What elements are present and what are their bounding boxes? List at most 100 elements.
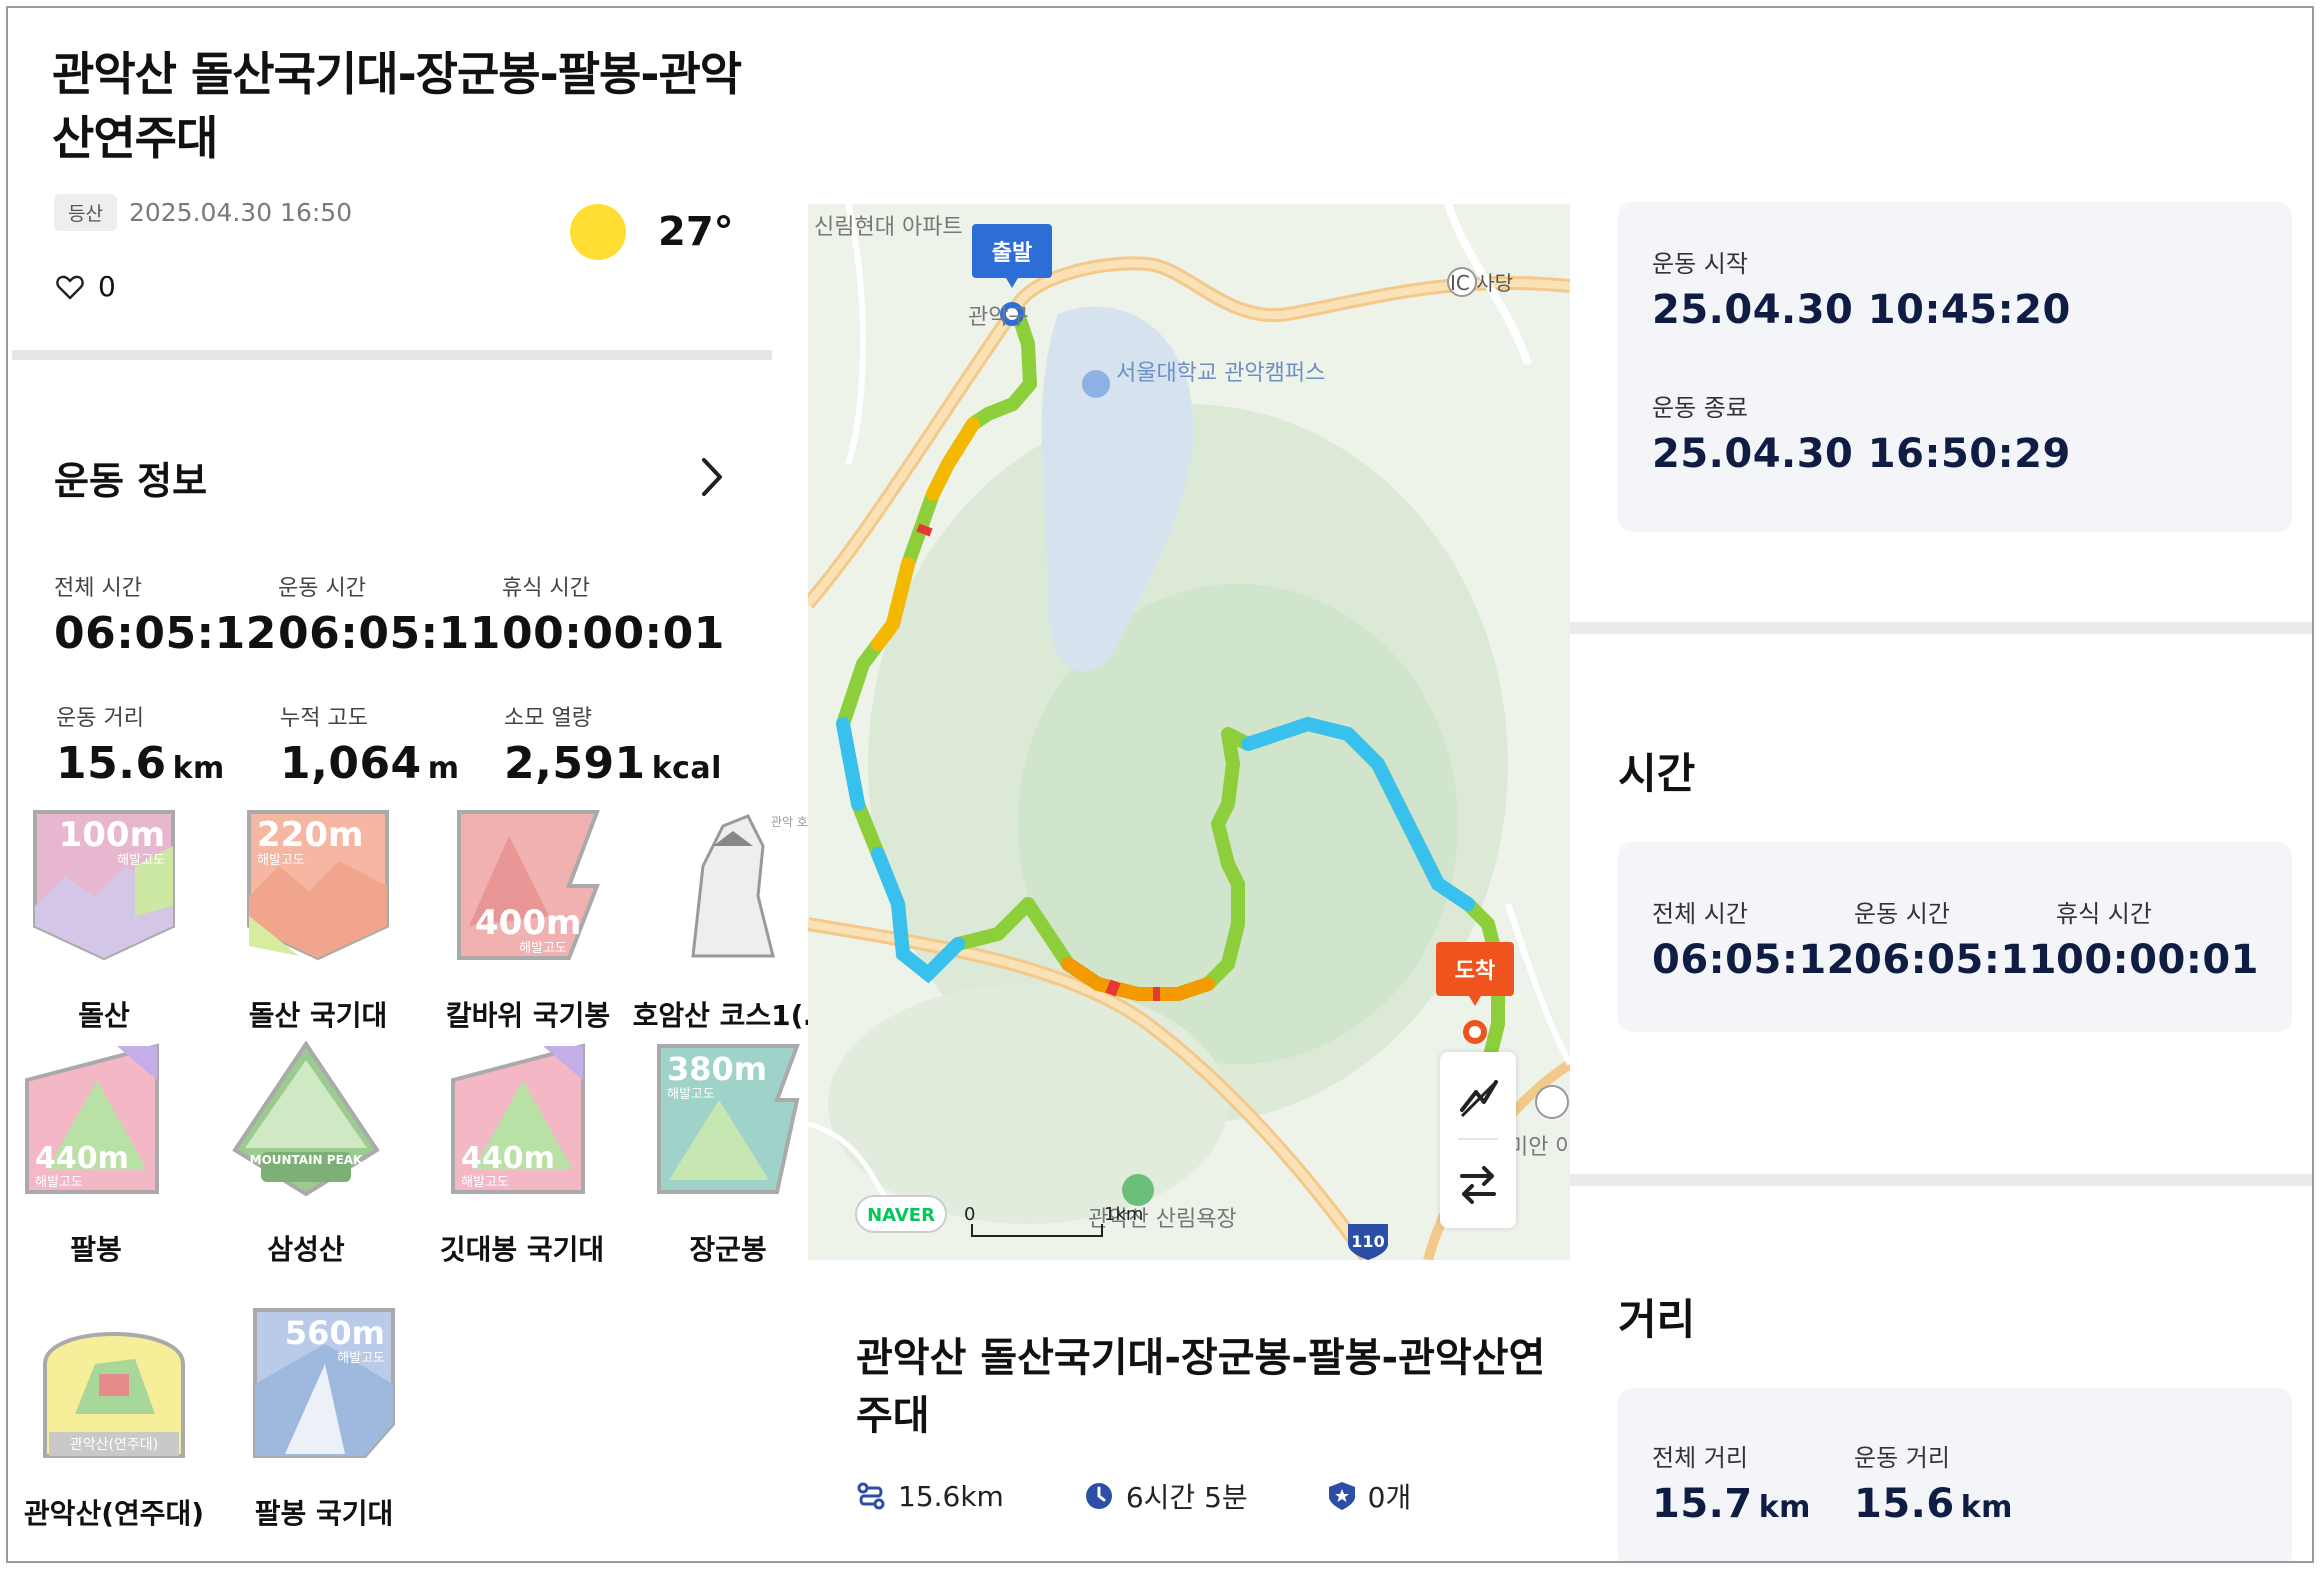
badge-palbong[interactable]: 440m 해발고도 팔봉 [8,1040,196,1268]
stat-elevation: 누적 고도 1,064 m [280,700,500,789]
svg-text:관악구: 관악구 [968,305,1029,330]
badge-name: 관악산(연주대) [23,1497,205,1530]
record-datetime: 2025.04.30 16:50 [128,198,353,227]
stat-label: 전체 거리 [1652,1444,1748,1472]
badge-icon: 400m 해발고도 [457,810,600,960]
badge-shield-icon [1328,1482,1355,1510]
stat-rest-time: 휴식 시간 00:00:01 [502,570,724,659]
badge-icon: 440m 해발고도 [25,1043,159,1194]
svg-text:해발고도: 해발고도 [519,941,567,956]
weather: 27° [570,204,734,260]
svg-text:서울대학교 관악캠퍼스: 서울대학교 관악캠퍼스 [1116,361,1325,386]
stat-value: 06:05:11 [278,608,501,659]
like-button[interactable]: 0 [56,270,116,303]
svg-text:NAVER: NAVER [867,1205,935,1226]
badge-palbong-gukgidae[interactable]: 560m 해발고도 팔봉 국기대 [224,1304,424,1532]
route-map-section: 출발 도착 신림현대 아파트 관악구 서울대학교 관악캠퍼스 IC 사당 관악산… [808,204,1570,1439]
badge-name: 깃대봉 국기대 [439,1233,605,1266]
svg-text:도착: 도착 [1455,959,1495,984]
badge-name: 돌산 [78,999,130,1032]
distance-section-title: 거리 [1618,1295,1696,1344]
stat-label: 소모 열량 [504,706,592,731]
temperature: 27° [658,209,734,255]
stat-label: 누적 고도 [280,706,368,731]
svg-text:해발고도: 해발고도 [337,1351,385,1366]
chevron-right-icon[interactable] [694,454,730,500]
route-duration-value: 6시간 5분 [1125,1481,1248,1514]
svg-text:220m: 220m [257,815,363,855]
badge-name: 삼성산 [267,1233,345,1266]
activity-type-tag: 등산 [54,194,117,231]
svg-text:MOUNTAIN PEAK: MOUNTAIN PEAK [250,1153,363,1167]
badge-icon: 220m 해발고도 [247,810,389,961]
stat-distance: 운동 거리 15.6 km [56,700,276,789]
route-icon [857,1482,885,1510]
badge-dolsan[interactable]: 100m 해발고도 돌산 [8,806,204,1034]
swap-icon[interactable] [1440,1140,1516,1226]
stat-value: 15.6 km [56,738,225,789]
badge-icon: 560m 해발고도 [253,1308,395,1458]
section-divider [1570,622,2312,634]
svg-text:출발: 출발 [992,241,1032,266]
end-value: 25.04.30 16:50:29 [1652,431,2071,477]
badge-samseongsan[interactable]: MOUNTAIN PEAK 삼성산 [206,1040,406,1268]
stat-label: 운동 시간 [278,576,366,601]
record-meta: 등산 2025.04.30 16:50 [54,194,352,231]
badge-icon: 관악 호암산 코스 [691,814,856,958]
exercise-end: 운동 종료 25.04.30 16:50:29 [1652,388,2071,477]
badge-gitdaebong-gukgidae[interactable]: 440m 해발고도 깃대봉 국기대 [422,1040,622,1268]
svg-text:440m: 440m [461,1141,555,1176]
stat-value: 15.7 km [1652,1481,1811,1527]
distance-exercise: 운동 거리 15.6 km [1854,1438,2013,1527]
svg-text:미안 아파트: 미안 아파트 [1508,1135,1570,1160]
right-panel: 운동 시작 25.04.30 10:45:20 운동 종료 25.04.30 1… [1570,8,2312,1561]
svg-text:신림현대 아파트: 신림현대 아파트 [814,215,963,240]
stat-label: 운동 시간 [1854,900,1950,928]
badge-janggunbong[interactable]: 380m 해발고도 장군봉 [628,1040,828,1268]
svg-text:0: 0 [964,1204,975,1225]
badge-icon: 관악산(연주대) [43,1332,185,1458]
stat-label: 휴식 시간 [2056,900,2152,928]
badge-icon: 380m 해발고도 [657,1044,800,1194]
clock-icon [1085,1483,1112,1509]
badge-gwanaksan-yeonjudae[interactable]: 관악산(연주대) 관악산(연주대) [14,1304,214,1532]
svg-text:관악산(연주대): 관악산(연주대) [70,1437,158,1453]
badge-name: 장군봉 [689,1233,767,1266]
like-count: 0 [98,270,116,303]
stat-label: 전체 시간 [1652,900,1748,928]
stat-value: 1,064 m [280,738,460,789]
stat-exercise-time: 운동 시간 06:05:11 [278,570,501,659]
stat-calories: 소모 열량 2,591 kcal [504,700,784,789]
stat-label: 운동 거리 [56,706,144,731]
svg-text:관악 호암산 코스: 관악 호암산 코스 [771,815,811,829]
badge-name: 호암산 코스1(… [632,999,832,1032]
badge-name: 칼바위 국기봉 [445,999,611,1032]
svg-text:1km: 1km [1104,1204,1143,1225]
map-controls [1440,1052,1516,1228]
route-map[interactable]: 출발 도착 신림현대 아파트 관악구 서울대학교 관악캠퍼스 IC 사당 관악산… [808,204,1570,1260]
elevation-toggle-icon[interactable] [1440,1052,1516,1138]
stat-value: 06:05:12 [54,608,277,659]
badge-dolsan-gukgidae[interactable]: 220m 해발고도 돌산 국기대 [218,806,418,1034]
stat-label: 운동 거리 [1854,1444,1950,1472]
stat-label: 휴식 시간 [502,576,590,601]
time-exercise: 운동 시간 06:05:11 [1854,894,2057,983]
time-total: 전체 시간 06:05:12 [1652,894,1855,983]
badge-hoamsan-course1[interactable]: 관악 호암산 코스 호암산 코스1(… [632,806,856,1034]
svg-text:해발고도: 해발고도 [117,853,165,868]
page-title: 관악산 돌산국기대-장군봉-팔봉-관악산연주대 [52,47,742,165]
stat-value: 2,591 kcal [504,738,722,789]
heart-icon [56,275,84,299]
route-distance: 15.6km [856,1476,1004,1516]
distance-card: 전체 거리 15.7 km 운동 거리 15.6 km [1618,1388,2292,1561]
stat-value: 15.6 km [1854,1481,2013,1527]
left-panel: 관악산 돌산국기대-장군봉-팔봉-관악산연주대 등산 2025.04.30 16… [8,8,856,1561]
distance-total: 전체 거리 15.7 km [1652,1438,1811,1527]
svg-text:IC 사당: IC 사당 [1450,271,1513,295]
start-value: 25.04.30 10:45:20 [1652,287,2071,333]
sun-icon [570,204,626,260]
route-duration: 6시간 5분 [1084,1476,1248,1516]
route-distance-value: 15.6km [898,1479,1004,1513]
route-badge-count: 0개 [1367,1481,1412,1514]
badge-kalbawi-gukgibong[interactable]: 400m 해발고도 칼바위 국기봉 [428,806,628,1034]
